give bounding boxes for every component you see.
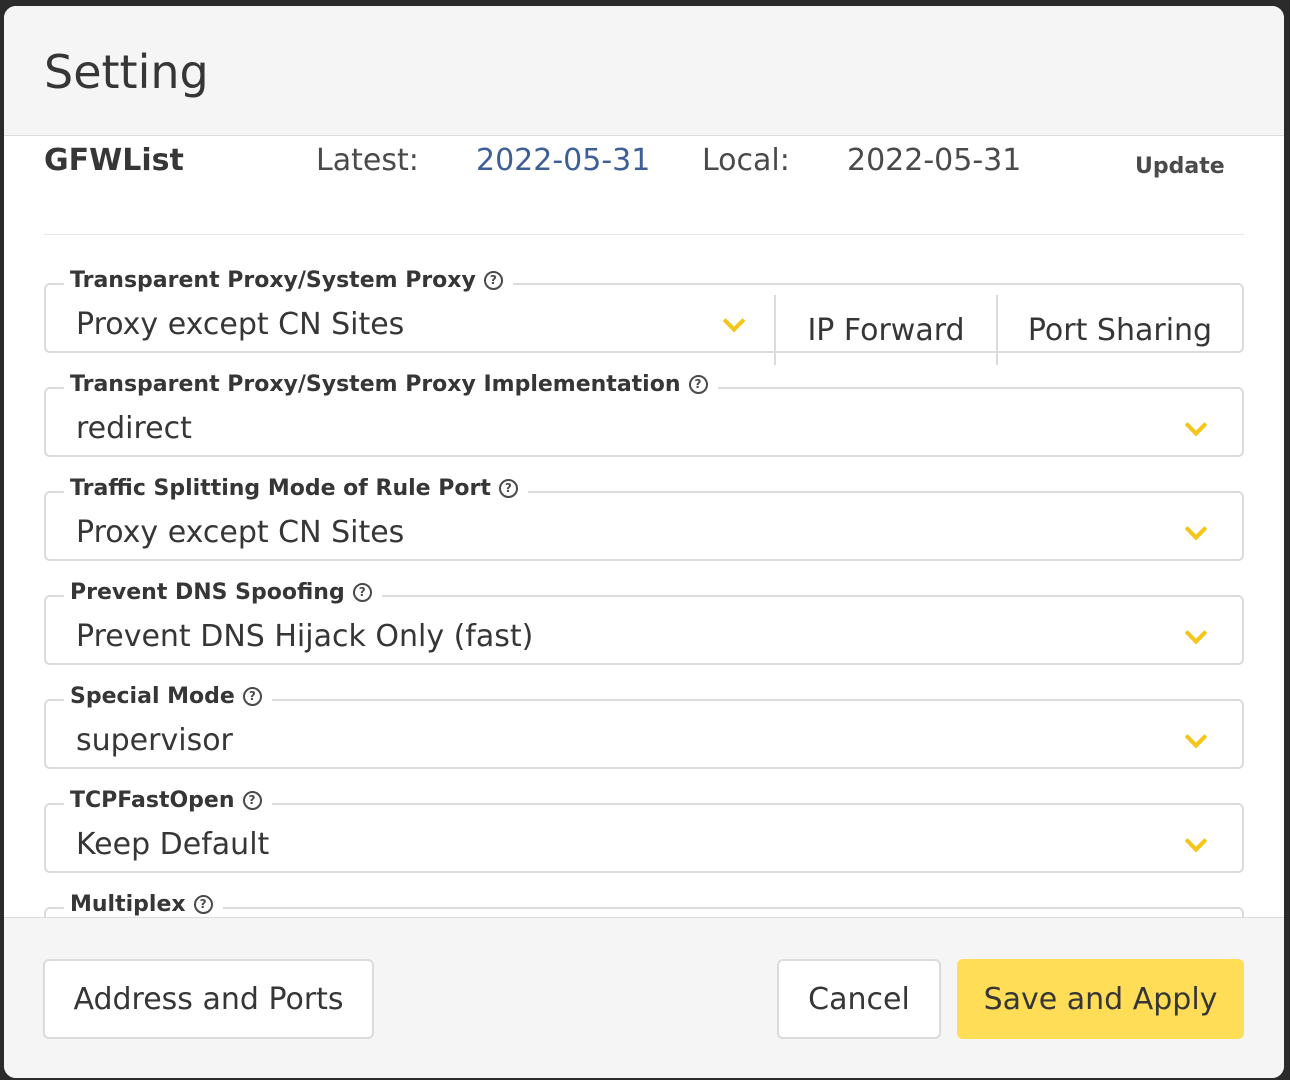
chevron-down-icon <box>1184 517 1208 541</box>
dns-spoofing-field: Prevent DNS Hijack Only (fast) Prevent D… <box>44 577 1244 665</box>
multiplex-control[interactable] <box>44 907 1244 917</box>
special-mode-legend: Special Mode ? <box>64 681 272 711</box>
special-mode-label: Special Mode <box>70 683 235 709</box>
multiplex-label: Multiplex <box>70 891 186 917</box>
cancel-button[interactable]: Cancel <box>777 959 941 1039</box>
implementation-value: redirect <box>76 411 192 446</box>
multiplex-legend: Multiplex ? <box>64 889 223 917</box>
implementation-legend: Transparent Proxy/System Proxy Implement… <box>64 369 718 399</box>
gfwlist-name: GFWList <box>44 143 184 178</box>
dialog-title: Setting <box>44 45 209 99</box>
tcp-fast-open-field: Keep Default TCPFastOpen ? <box>44 785 1244 873</box>
proxy-mode-value: Proxy except CN Sites <box>76 307 405 342</box>
address-and-ports-button[interactable]: Address and Ports <box>43 959 374 1039</box>
rule-port-mode-value: Proxy except CN Sites <box>76 515 405 550</box>
dialog-header: Setting <box>4 6 1284 136</box>
chevron-down-icon <box>1184 725 1208 749</box>
help-icon[interactable]: ? <box>193 894 213 914</box>
tcp-fast-open-legend: TCPFastOpen ? <box>64 785 272 815</box>
gfwlist-row: GFWList Latest: 2022-05-31 Local: 2022-0… <box>44 137 1244 235</box>
chevron-down-icon <box>1184 621 1208 645</box>
help-icon[interactable]: ? <box>242 686 262 706</box>
special-mode-field: supervisor Special Mode ? <box>44 681 1244 769</box>
special-mode-value: supervisor <box>76 723 233 758</box>
tcp-fast-open-label: TCPFastOpen <box>70 787 235 813</box>
help-icon[interactable]: ? <box>483 270 503 290</box>
rule-port-mode-legend: Traffic Splitting Mode of Rule Port ? <box>64 473 528 503</box>
implementation-field: redirect Transparent Proxy/System Proxy … <box>44 369 1244 457</box>
proxy-mode-label: Transparent Proxy/System Proxy <box>70 267 476 293</box>
chevron-down-icon <box>1184 413 1208 437</box>
port-sharing-button[interactable]: Port Sharing <box>996 295 1242 365</box>
proxy-mode-field: Proxy except CN Sites IP Forward Port Sh… <box>44 265 1244 365</box>
gfwlist-local-version: 2022-05-31 <box>847 143 1022 178</box>
help-icon[interactable]: ? <box>498 478 518 498</box>
gfwlist-local-label: Local: <box>702 143 790 178</box>
chevron-down-icon <box>722 309 746 333</box>
gfwlist-update-button[interactable]: Update <box>1135 147 1225 187</box>
dialog-body[interactable]: GFWList Latest: 2022-05-31 Local: 2022-0… <box>4 137 1284 917</box>
save-and-apply-button[interactable]: Save and Apply <box>957 959 1244 1039</box>
chevron-down-icon <box>1184 829 1208 853</box>
dns-spoofing-legend: Prevent DNS Spoofing ? <box>64 577 382 607</box>
gfwlist-latest-version[interactable]: 2022-05-31 <box>476 141 650 181</box>
multiplex-field: Multiplex ? <box>44 889 1244 917</box>
help-icon[interactable]: ? <box>352 582 372 602</box>
help-icon[interactable]: ? <box>242 790 262 810</box>
implementation-label: Transparent Proxy/System Proxy Implement… <box>70 371 681 397</box>
gfwlist-latest-label: Latest: <box>316 143 419 178</box>
proxy-mode-legend: Transparent Proxy/System Proxy ? <box>64 265 513 295</box>
help-icon[interactable]: ? <box>688 374 708 394</box>
settings-dialog: Setting GFWList Latest: 2022-05-31 Local… <box>4 6 1284 1078</box>
ip-forward-button[interactable]: IP Forward <box>774 295 996 365</box>
rule-port-mode-label: Traffic Splitting Mode of Rule Port <box>70 475 491 501</box>
dns-spoofing-label: Prevent DNS Spoofing <box>70 579 345 605</box>
dialog-footer: Address and Ports Cancel Save and Apply <box>4 917 1284 1078</box>
dns-spoofing-value: Prevent DNS Hijack Only (fast) <box>76 619 534 654</box>
tcp-fast-open-value: Keep Default <box>76 827 270 862</box>
rule-port-mode-field: Proxy except CN Sites Traffic Splitting … <box>44 473 1244 561</box>
